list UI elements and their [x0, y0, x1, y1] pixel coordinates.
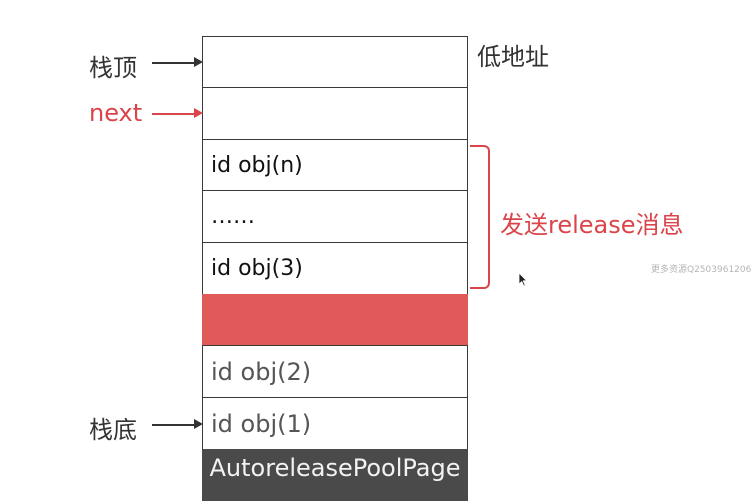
- stack-cell-page-name: AutoreleasePoolPage: [202, 449, 468, 501]
- stack-top-label: 栈顶: [89, 54, 137, 82]
- stack-cell-pool-boundary: [202, 294, 468, 346]
- stack-cell-top: [202, 36, 468, 88]
- stack-cell-obj-3: id obj(3): [202, 242, 468, 295]
- stack-cell-next: [202, 87, 468, 140]
- release-bracket: [470, 145, 490, 289]
- cell-text: id obj(1): [211, 409, 312, 438]
- stack-cell-obj-n: id obj(n): [202, 139, 468, 191]
- stack-cell-obj-2: id obj(2): [202, 345, 468, 398]
- cell-text: id obj(2): [211, 357, 312, 386]
- stack-top-arrow: [152, 57, 203, 67]
- next-label: next: [89, 99, 143, 127]
- next-arrow: [152, 108, 203, 118]
- cell-text: ……: [211, 204, 255, 229]
- send-release-label: 发送release消息: [500, 211, 684, 239]
- stack-bottom-label: 栈底: [89, 416, 137, 444]
- cell-text: id obj(n): [211, 152, 303, 178]
- mouse-cursor-icon: [518, 272, 528, 287]
- stack-cell-ellipsis: ……: [202, 190, 468, 243]
- watermark: 更多资源Q2503961206: [651, 265, 752, 275]
- low-address-label: 低地址: [477, 43, 549, 71]
- stack-bottom-arrow: [152, 419, 203, 429]
- cell-text: id obj(3): [211, 256, 303, 281]
- stack-cell-obj-1: id obj(1): [202, 397, 468, 450]
- cell-text: AutoreleasePoolPage: [209, 454, 461, 482]
